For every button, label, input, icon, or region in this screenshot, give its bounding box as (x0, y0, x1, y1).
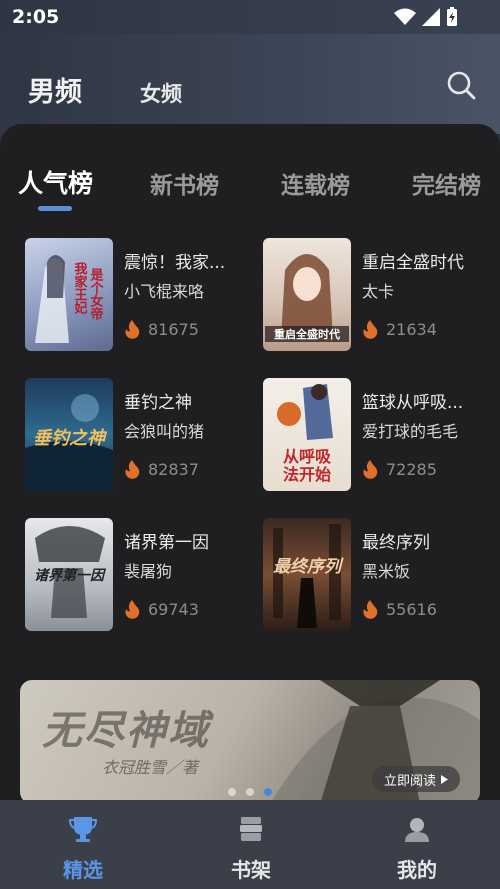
promo-banner[interactable]: 无尽神域 衣冠胜雪／著 立即阅读 (20, 680, 480, 804)
nav-profile-label: 我的 (397, 858, 437, 882)
book-author: 黑米饭 (362, 562, 411, 581)
flame-icon (363, 600, 378, 619)
svg-text:从呼吸: 从呼吸 (283, 447, 332, 466)
svg-text:最终序列: 最终序列 (273, 557, 344, 577)
book-heat: 81675 (124, 320, 199, 339)
book-heat-value: 72285 (386, 460, 437, 479)
svg-text:垂钓之神: 垂钓之神 (33, 428, 108, 449)
status-time: 2:05 (12, 6, 60, 28)
svg-text:法开始: 法开始 (283, 465, 331, 484)
book-author: 爱打球的毛毛 (362, 422, 459, 441)
book-heat-value: 82837 (148, 460, 199, 479)
user-icon (405, 818, 429, 842)
status-icons (394, 7, 458, 27)
book-item[interactable]: 我家王妃 是个女帝 震惊！我家... 小飞棍来咯 81675 (25, 238, 255, 354)
book-heat: 55616 (362, 600, 437, 619)
book-author: 裴屠狗 (124, 562, 173, 581)
cover-art: 诸界第一因 (34, 526, 107, 618)
svg-text:我家王妃: 我家王妃 (72, 261, 88, 315)
flame-icon (125, 320, 140, 339)
book-cover[interactable]: 垂钓之神 (25, 378, 113, 491)
cover-art: 重启全盛时代 (265, 254, 349, 342)
nav-bookshelf-label: 书架 (231, 858, 271, 882)
book-item[interactable]: 垂钓之神 垂钓之神 会狼叫的猪 82837 (25, 378, 255, 494)
book-title: 最终序列 (362, 533, 430, 553)
nav-profile[interactable]: 我的 (377, 814, 457, 883)
book-heat-value: 55616 (386, 600, 437, 619)
book-heat: 69743 (124, 600, 199, 619)
banner-pagination (20, 788, 480, 796)
book-title: 诸界第一因 (124, 533, 209, 553)
tab-popular[interactable]: 人气榜 (18, 164, 93, 200)
tab-indicator (38, 206, 72, 211)
battery-icon (447, 7, 457, 26)
search-icon[interactable] (446, 70, 476, 100)
book-item[interactable]: 诸界第一因 诸界第一因 裴屠狗 69743 (25, 518, 255, 634)
cover-art: 从呼吸 法开始 (277, 384, 333, 484)
svg-text:是个女帝: 是个女帝 (88, 268, 105, 321)
tab-finished[interactable]: 完结榜 (412, 166, 481, 200)
cover-art: 我家王妃 是个女帝 (35, 255, 105, 343)
pagination-dot[interactable] (246, 788, 254, 796)
flame-icon (125, 600, 140, 619)
svg-text:重启全盛时代: 重启全盛时代 (274, 327, 340, 341)
book-heat-value: 21634 (386, 320, 437, 339)
book-title: 重启全盛时代 (362, 253, 464, 273)
nav-bookshelf[interactable]: 书架 (211, 814, 291, 883)
top-bar: 男频 女频 (0, 34, 500, 134)
book-cover[interactable]: 从呼吸 法开始 (263, 378, 351, 491)
banner-subtitle: 衣冠胜雪／著 (102, 758, 199, 777)
flame-icon (363, 460, 378, 479)
tab-serial[interactable]: 连载榜 (281, 166, 350, 200)
tab-female[interactable]: 女频 (140, 78, 182, 108)
book-cover[interactable]: 最终序列 (263, 518, 351, 631)
book-item[interactable]: 从呼吸 法开始 篮球从呼吸... 爱打球的毛毛 72285 (263, 378, 493, 494)
bottom-navigation: 精选 书架 我的 (0, 800, 500, 889)
book-title: 垂钓之神 (124, 393, 192, 413)
play-arrow-icon (441, 774, 448, 784)
ranking-tabs: 人气榜 新书榜 连载榜 完结榜 (0, 164, 500, 204)
bookshelf-icon (240, 817, 262, 841)
book-item[interactable]: 重启全盛时代 重启全盛时代 太卡 21634 (263, 238, 493, 354)
book-heat-value: 81675 (148, 320, 199, 339)
signal-icon (422, 8, 440, 26)
book-item[interactable]: 最终序列 最终序列 黑米饭 55616 (263, 518, 493, 634)
nav-featured[interactable]: 精选 (43, 814, 123, 883)
book-author: 太卡 (362, 282, 395, 301)
book-heat-value: 69743 (148, 600, 199, 619)
book-author: 会狼叫的猪 (124, 422, 205, 441)
flame-icon (125, 460, 140, 479)
tab-new[interactable]: 新书榜 (150, 166, 219, 200)
book-heat: 72285 (362, 460, 437, 479)
book-heat: 21634 (362, 320, 437, 339)
cover-art: 垂钓之神 (25, 394, 113, 491)
pagination-dot-active[interactable] (264, 788, 272, 796)
book-heat: 82837 (124, 460, 199, 479)
svg-text:诸界第一因: 诸界第一因 (34, 567, 107, 584)
pagination-dot[interactable] (228, 788, 236, 796)
flame-icon (363, 320, 378, 339)
wifi-icon (394, 8, 416, 25)
cover-art: 最终序列 (273, 524, 344, 628)
book-author: 小飞棍来咯 (124, 282, 205, 301)
tab-male[interactable]: 男频 (28, 70, 82, 109)
book-title: 篮球从呼吸... (362, 393, 464, 413)
book-cover[interactable]: 诸界第一因 (25, 518, 113, 631)
status-bar: 2:05 (0, 0, 500, 34)
book-cover[interactable]: 重启全盛时代 (263, 238, 351, 351)
nav-featured-label: 精选 (63, 858, 103, 882)
banner-title: 无尽神域 (42, 707, 210, 754)
read-now-label: 立即阅读 (383, 773, 436, 789)
book-cover[interactable]: 我家王妃 是个女帝 (25, 238, 113, 351)
trophy-icon (68, 817, 98, 842)
book-title: 震惊！我家... (124, 253, 226, 273)
ranking-panel: 人气榜 新书榜 连载榜 完结榜 我家王妃 是个女帝 震惊！我家... 小飞棍来咯… (0, 124, 500, 804)
